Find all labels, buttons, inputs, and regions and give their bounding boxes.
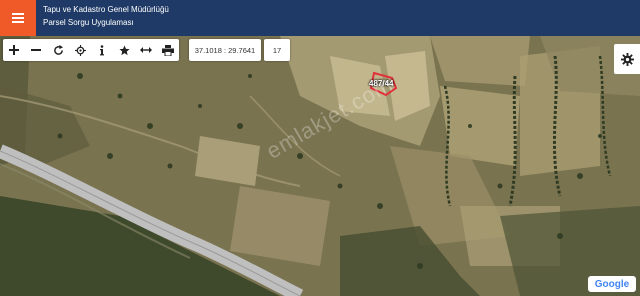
zoom-out-button[interactable] [25, 39, 47, 61]
map-imagery [0, 36, 640, 296]
hamburger-menu-icon [12, 13, 24, 23]
zoom-in-icon [9, 45, 19, 55]
measure-icon [140, 47, 152, 53]
print-button[interactable] [157, 39, 179, 61]
map-toolbar [3, 39, 179, 61]
locate-button[interactable] [69, 39, 91, 61]
info-button[interactable] [91, 39, 113, 61]
satellite-map[interactable] [0, 36, 640, 296]
menu-button[interactable] [0, 0, 36, 36]
measure-button[interactable] [135, 39, 157, 61]
favorite-button[interactable] [113, 39, 135, 61]
google-attribution: Google [594, 278, 630, 290]
app-title-line1: Tapu ve Kadastro Genel Müdürlüğü [43, 5, 169, 14]
zoom-out-icon [31, 49, 41, 51]
locate-icon [74, 44, 86, 56]
zoom-level-display: 17 [264, 39, 290, 61]
gear-icon [620, 52, 634, 66]
zoom-in-button[interactable] [3, 39, 25, 61]
print-icon [162, 44, 174, 56]
coordinates-display: 37.1018 : 29.7641 [189, 39, 261, 61]
refresh-button[interactable] [47, 39, 69, 61]
app-header: Tapu ve Kadastro Genel Müdürlüğü Parsel … [0, 0, 640, 36]
app-title-line2: Parsel Sorgu Uygulaması [43, 18, 134, 27]
info-icon [100, 44, 104, 55]
google-logo: Google [588, 276, 636, 292]
star-icon [118, 44, 130, 55]
settings-button[interactable] [614, 44, 640, 74]
refresh-icon [53, 44, 63, 55]
